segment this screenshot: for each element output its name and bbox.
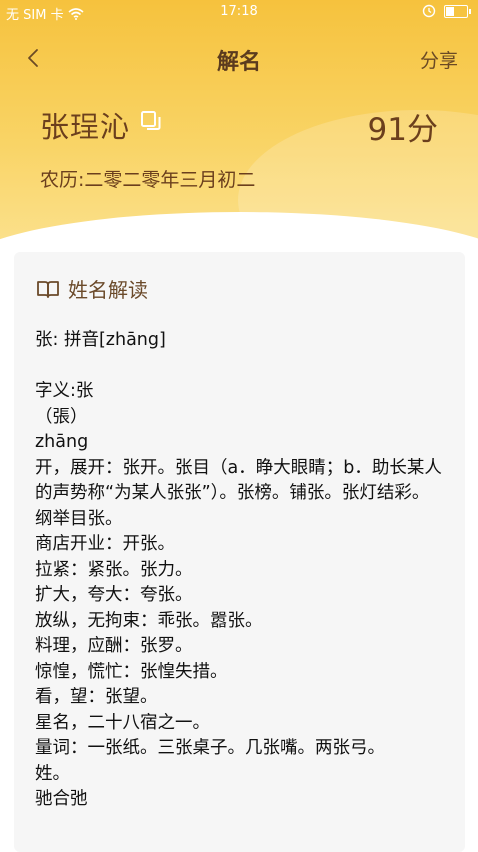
content-line: 星名，二十八宿之一。 [35,712,210,733]
content-line: 商店开业：开张。 [35,534,175,554]
score: 91分 [367,112,438,148]
status-right [422,4,471,18]
content-line: （張） [35,406,88,427]
content-line: 姓。 [35,763,70,784]
content-line: 拉紧：紧张。张力。 [35,559,193,580]
alarm-icon [422,4,436,18]
content-line: 驰合弛 [35,789,88,809]
content-line: 开，展开：张开。张目（a．睁大眼睛；b．助长某人的声势称“为某人张张”）。张榜。… [35,457,442,529]
card-title-text: 姓名解读 [68,278,148,302]
content-line: 惊惶，慌忙：张惶失措。 [35,661,228,682]
lunar-date: 农历:二零二零年三月初二 [40,169,256,191]
battery-level [446,6,454,16]
status-bar: 无 SIM 卡 17:18 [0,0,478,24]
content-line: 料理，应酬：张罗。 [35,636,193,656]
copy-icon[interactable] [140,110,162,132]
battery-icon [444,4,471,18]
share-button[interactable]: 分享 [420,46,458,73]
content-line: 量词：一张纸。三张桌子。几张嘴。两张弓。 [35,738,385,758]
content-line: 张: 拼音[zhāng] [35,330,166,350]
card-title: 姓名解读 [36,274,148,303]
content-line: zhāng [35,432,89,452]
content-line: 看，望：张望。 [35,687,158,707]
nav-bar: 解名 分享 [0,36,478,80]
content-line: 放纵，无拘束：乖张。嚣张。 [35,610,263,631]
name-text: 张珵沁 [40,110,131,144]
content-line: 字义:张 [35,381,94,401]
status-time: 17:18 [220,4,258,19]
name-row: 张珵沁 [40,104,162,146]
content-line: 扩大，夸大：夸张。 [35,585,193,605]
book-icon [37,280,59,298]
page-title: 解名 [216,50,261,75]
content-line [35,354,445,380]
header: 无 SIM 卡 17:18 解名 分享 张珵沁 91分 农历:二零二零年三月初二 [0,0,478,240]
interpretation-content: 张: 拼音[zhāng] 字义:张 （張） zhāng 开，展开：张开。张目（a．睁大… [35,328,445,813]
name-interpretation-card: 姓名解读 张: 拼音[zhāng] 字义:张 （張） zhāng 开，展开：张开。张目… [14,252,465,852]
